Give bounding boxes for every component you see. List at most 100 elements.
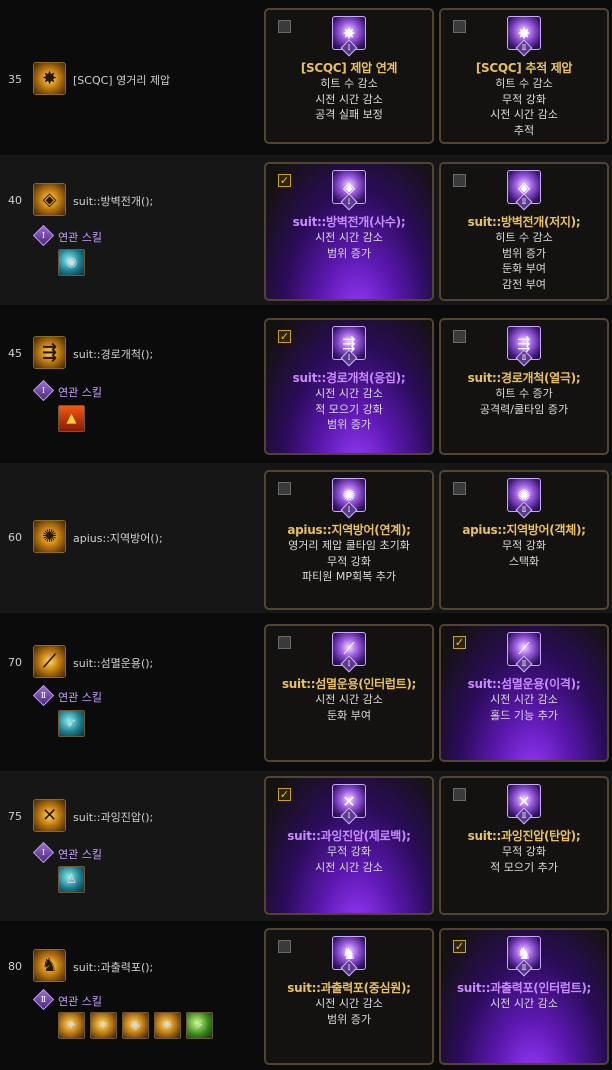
warning-icon[interactable]: ▲ — [58, 405, 85, 432]
option-checkbox[interactable]: ✓ — [278, 330, 291, 343]
talent-effects: 무적 강화 스택화 — [441, 538, 607, 569]
talent-option-card[interactable]: ♞ Ⅰsuit::과출력포(중심원); 시전 시간 감소 범위 증가 — [264, 928, 434, 1065]
talent-rank-text: Ⅰ — [347, 964, 351, 972]
talent-effects: 히트 수 감소 시전 시간 감소 공격 실패 보정 — [266, 76, 432, 123]
skill-row: 70 ⟋ suit::섬멸운용(); Ⅱ 연관 스킬 ➶ ⟋ Ⅰsuit::섬멸운용(인터럽트… — [0, 618, 612, 768]
option-checkbox[interactable]: ✓ — [278, 174, 291, 187]
option-checkbox[interactable] — [278, 940, 291, 953]
talent-effect-line: 범위 증가 — [327, 418, 371, 431]
talent-effect-line: 시전 시간 감소 — [315, 693, 383, 706]
talent-option-card[interactable]: ✺ Ⅰapius::지역방어(연계); 영거리 제압 쿨타임 초기화 무적 강화 파티원… — [264, 470, 434, 610]
overpower-skill-icon[interactable]: ✕ — [33, 799, 66, 832]
skill-row: 45 ⇶ suit::경로개척(); Ⅰ 연관 스킬 ▲ ✓ ⇶ Ⅰsuit::경로개척(응집)… — [0, 310, 612, 460]
talent-effect-line: 시전 시간 감소 — [315, 860, 383, 874]
annihilate-skill-icon[interactable]: ⟋ — [33, 645, 66, 678]
related-skill-icons: ➶ — [58, 710, 85, 737]
level-label: 60 — [8, 531, 22, 544]
option-checkbox[interactable] — [278, 482, 291, 495]
barrier-skill-icon[interactable]: ◈ — [33, 183, 66, 216]
talent-effect-line: 시전 시간 감소 — [490, 693, 558, 706]
talent-effect-line: 무적 강화 — [502, 845, 546, 858]
talent-rank-text: Ⅱ — [521, 812, 527, 820]
skill-name: suit::섬멸운용(); — [73, 657, 154, 670]
talent-rank-text: Ⅱ — [521, 198, 527, 206]
talent-title: suit::과잉진압(제로백); — [287, 829, 411, 843]
talent-effect-line: 추적 — [513, 123, 535, 137]
overload-cannon-skill-icon[interactable]: ♞ — [33, 949, 66, 982]
talent-option-card[interactable]: ✓ ◈ Ⅰsuit::방벽전개(사수); 시전 시간 감소 범위 증가 — [264, 162, 434, 301]
option-checkbox[interactable]: ✓ — [278, 788, 291, 801]
talent-effects: 시전 시간 감소 적 모으기 강화 범위 증가 — [266, 386, 432, 433]
skill-name: suit::과잉진압(); — [73, 811, 154, 824]
thrust-skill-icon[interactable]: ✸ — [33, 62, 66, 95]
level-label: 70 — [8, 656, 22, 669]
skill-row: 80 ♞ suit::과출력포(); Ⅱ 연관 스킬 ✦ ✶ ◈ ✷ ⚡ ♞ Ⅰsuit::과출력포(… — [0, 925, 612, 1070]
area-defense-skill-icon[interactable]: ✺ — [33, 520, 66, 553]
option-checkbox[interactable] — [278, 20, 291, 33]
talent-title: suit::과출력포(중심원); — [287, 981, 411, 995]
teal-orb-icon[interactable]: ◉ — [58, 249, 85, 276]
talent-option-card[interactable]: ✓ ⟋ Ⅱsuit::섬멸운용(이격); 시전 시간 감소 홀드 기능 추가 — [439, 624, 609, 762]
talent-effect-line: 시전 시간 감소 — [315, 997, 383, 1010]
talent-effect-line: 영거리 제압 쿨타임 초기화 — [288, 539, 410, 552]
talent-effect-line: 범위 증가 — [327, 246, 371, 260]
talent-option-card[interactable]: ⇶ Ⅱsuit::경로개척(열극); 히트 수 증가 공격력/쿨타임 증가 — [439, 318, 609, 455]
talent-effect-line: 무적 강화 — [502, 92, 546, 106]
option-checkbox[interactable] — [453, 174, 466, 187]
related-skill-text: 연관 스킬 — [58, 848, 102, 861]
talent-effects: 시전 시간 감소 홀드 기능 추가 — [441, 692, 607, 723]
talent-option-card[interactable]: ✺ Ⅱapius::지역방어(객체); 무적 강화 스택화 — [439, 470, 609, 610]
talent-effect-line: 시전 시간 감소 — [315, 92, 383, 106]
talent-effects: 히트 수 감소무적 강화시전 시간 감소추적 — [441, 76, 607, 138]
option-checkbox[interactable]: ✓ — [453, 940, 466, 953]
gold-skill-icon-2[interactable]: ✶ — [90, 1012, 117, 1039]
talent-title: suit::과잉진압(탄압); — [467, 829, 581, 843]
talent-title: suit::경로개척(열극); — [467, 371, 581, 385]
talent-option-card[interactable]: ✓ ✕ Ⅰsuit::과잉진압(제로백); 무적 강화 시전 시간 감소 — [264, 776, 434, 915]
talent-effects: 영거리 제압 쿨타임 초기화 무적 강화 파티원 MP회복 추가 — [266, 538, 432, 585]
talent-rank-text: Ⅱ — [521, 44, 527, 52]
talent-effect-line: 히트 수 증가 — [495, 387, 553, 400]
rank-badge-text: Ⅱ — [40, 995, 47, 1004]
talent-effect-line: 감전 부여 — [502, 277, 546, 291]
talent-option-card[interactable]: ◈ Ⅱsuit::방벽전개(저지); 히트 수 감소 범위 증가 둔화 부여 감전 부여 — [439, 162, 609, 301]
talent-title: apius::지역방어(연계); — [287, 523, 411, 537]
option-checkbox[interactable] — [453, 330, 466, 343]
talent-option-card[interactable]: ✓ ⇶ Ⅰsuit::경로개척(응집); 시전 시간 감소 적 모으기 강화 범위 증가 — [264, 318, 434, 455]
talent-effect-line: 공격력/쿨타임 증가 — [479, 402, 569, 416]
green-skill-icon[interactable]: ⚡ — [186, 1012, 213, 1039]
gold-skill-icon-3[interactable]: ◈ — [122, 1012, 149, 1039]
dash-icon[interactable]: ➶ — [58, 710, 85, 737]
option-checkbox[interactable] — [453, 788, 466, 801]
path-skill-icon[interactable]: ⇶ — [33, 336, 66, 369]
talent-rank-text: Ⅰ — [347, 198, 351, 206]
skill-row: 35 ✸ [SCQC] 영거리 제압 ✸ Ⅰ [SCQC] 제압 연계 히트 수 감소 시전 … — [0, 0, 612, 150]
talent-option-card[interactable]: ✸ Ⅰ [SCQC] 제압 연계 히트 수 감소 시전 시간 감소 공격 실패 보정 — [264, 8, 434, 144]
talent-effect-line: 적 모으기 추가 — [490, 860, 558, 874]
figure-icon[interactable]: ♙ — [58, 866, 85, 893]
talent-option-card[interactable]: ✓ ♞ Ⅱsuit::과출력포(인터럽트); 시전 시간 감소 — [439, 928, 609, 1065]
talent-effect-line: 적 모으기 강화 — [315, 402, 383, 416]
talent-title: suit::섬멸운용(인터럽트); — [281, 677, 417, 691]
talent-option-card[interactable]: ✸ Ⅱ [SCQC] 추적 제압 히트 수 감소 무적 강화 시전 시간 감소 추적 — [439, 8, 609, 144]
related-skill-text: 연관 스킬 — [58, 231, 102, 244]
talent-option-card[interactable]: ⟋ Ⅰsuit::섬멸운용(인터럽트); 시전 시간 감소 둔화 부여 — [264, 624, 434, 762]
option-checkbox[interactable]: ✓ — [453, 636, 466, 649]
talent-effect-line: 히트 수 감소 — [495, 77, 553, 90]
talent-effect-line: 무적 강화 — [327, 845, 371, 858]
talent-effects: 히트 수 증가공격력/쿨타임 증가 — [441, 386, 607, 417]
talent-effect-line: 공격 실패 보정 — [315, 108, 383, 121]
option-checkbox[interactable] — [453, 482, 466, 495]
gold-skill-icon-4[interactable]: ✷ — [154, 1012, 181, 1039]
talent-effect-line: 범위 증가 — [327, 1012, 371, 1026]
option-checkbox[interactable] — [453, 20, 466, 33]
option-checkbox[interactable] — [278, 636, 291, 649]
talent-effect-line: 시전 시간 감소 — [490, 108, 558, 121]
talent-option-card[interactable]: ✕ Ⅱsuit::과잉진압(탄압); 무적 강화 적 모으기 추가 — [439, 776, 609, 915]
talent-title: [SCQC] 제압 연계 — [300, 61, 398, 75]
talent-effect-line: 시전 시간 감소 — [315, 231, 383, 244]
gold-skill-icon-1[interactable]: ✦ — [58, 1012, 85, 1039]
talent-effects: 시전 시간 감소 — [441, 996, 607, 1012]
talent-rank-text: Ⅱ — [521, 506, 527, 514]
talent-rank-text: Ⅰ — [347, 44, 351, 52]
